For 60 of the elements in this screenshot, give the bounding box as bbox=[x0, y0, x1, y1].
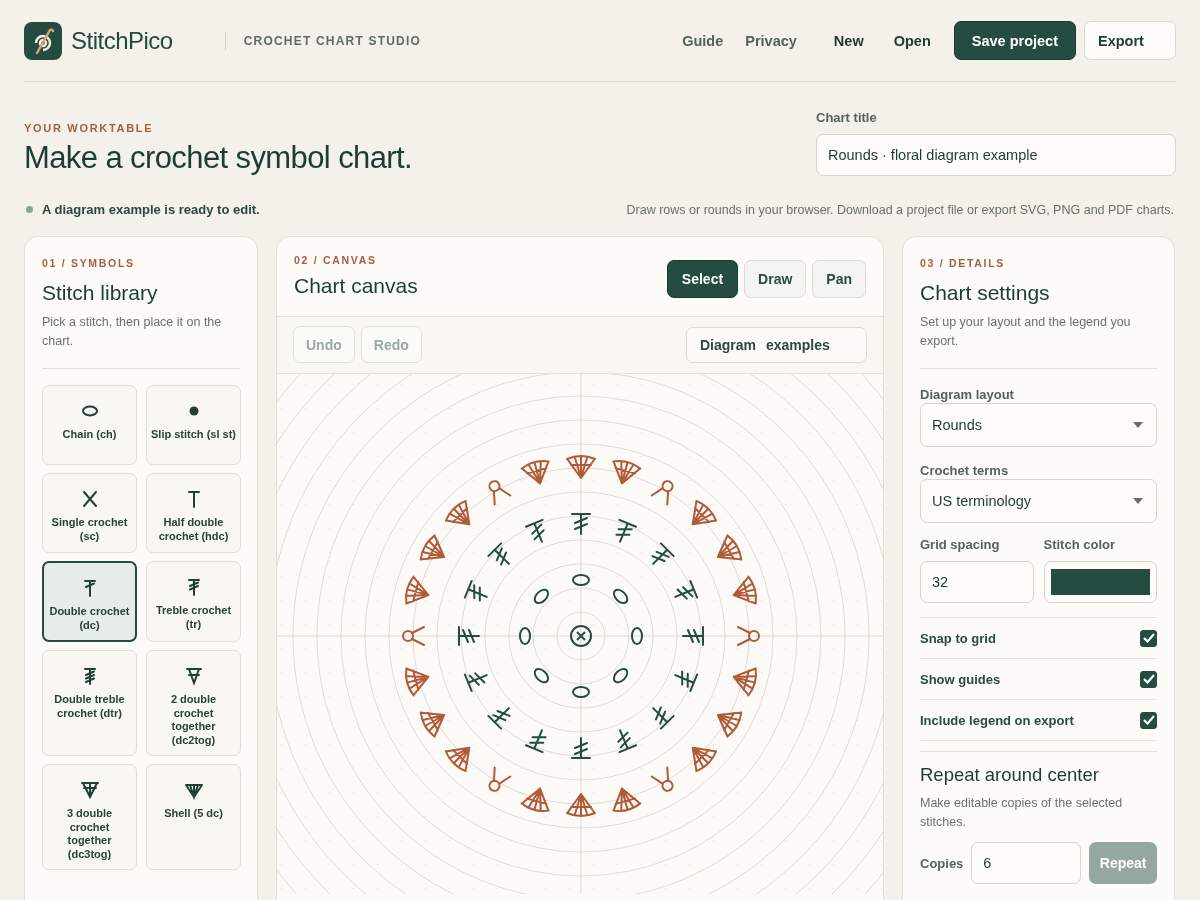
panel-description: Set up your layout and the legend you export. bbox=[920, 314, 1132, 350]
stitch-symbol-icon bbox=[79, 779, 100, 801]
field-label: Diagram layout bbox=[920, 387, 1014, 402]
checkbox[interactable] bbox=[1140, 670, 1157, 688]
page-title: Make a crochet symbol chart. bbox=[24, 140, 413, 176]
nav-link[interactable]: Guide bbox=[682, 32, 724, 49]
stitch-tile[interactable]: 2 double crochet together (dc2tog) bbox=[146, 650, 241, 756]
caret-icon bbox=[1133, 422, 1143, 428]
hook-logo-icon bbox=[24, 21, 62, 60]
status-message: A diagram example is ready to edit. bbox=[42, 202, 260, 217]
stitch-tile[interactable]: 3 double crochet together (dc3tog) bbox=[42, 764, 137, 870]
menu-button[interactable]: Open bbox=[878, 21, 946, 60]
menu-button[interactable]: New bbox=[818, 21, 879, 60]
copies-field[interactable]: 6 bbox=[971, 842, 1082, 884]
stitch-tile[interactable]: Single crochet (sc) bbox=[42, 473, 137, 553]
tool-button[interactable]: Pan bbox=[812, 260, 866, 298]
select-field[interactable]: Rounds bbox=[920, 403, 1157, 447]
save-button[interactable]: Save project bbox=[953, 21, 1076, 60]
stitch-tile[interactable]: Double crochet (dc) bbox=[42, 561, 137, 642]
examples-menu[interactable]: Diagram examples bbox=[686, 326, 867, 363]
info-note: Draw rows or rounds in your browser. Download a project file or export SVG, PNG and PDF charts. bbox=[626, 202, 1175, 217]
section-title: Repeat around center bbox=[920, 764, 1100, 786]
option-label: Snap to grid bbox=[920, 630, 996, 646]
section-label: 01 / SYMBOLS bbox=[42, 257, 136, 269]
stitch-tile[interactable]: Treble crochet (tr) bbox=[146, 561, 241, 642]
field-label: Stitch color bbox=[1043, 537, 1116, 552]
number-field[interactable]: 32 bbox=[920, 561, 1034, 603]
tagline: CROCHET CHART STUDIO bbox=[224, 31, 422, 50]
chart-title-field[interactable]: Rounds · floral diagram example bbox=[816, 134, 1176, 176]
option-label: Include legend on export bbox=[920, 712, 1074, 728]
stitch-tile[interactable]: Shell (5 dc) bbox=[146, 764, 241, 870]
color-picker[interactable] bbox=[1043, 561, 1157, 603]
brand-name: StitchPico bbox=[71, 26, 173, 55]
export-button[interactable]: Export bbox=[1084, 21, 1176, 60]
section-label: 02 / CANVAS bbox=[294, 254, 378, 266]
stitch-tile[interactable]: Half double crochet (hdc) bbox=[146, 473, 241, 553]
stitch-tile[interactable]: Slip stitch (sl st) bbox=[146, 385, 241, 465]
option-label: Show guides bbox=[920, 671, 1001, 687]
field-label: Chart title bbox=[816, 110, 878, 125]
stitch-tile[interactable]: Chain (ch) bbox=[42, 385, 137, 465]
panel-title: Chart canvas bbox=[294, 274, 418, 298]
checkbox[interactable] bbox=[1140, 711, 1157, 729]
stitch-tile[interactable]: Double treble crochet (dtr) bbox=[42, 650, 137, 756]
caret-icon bbox=[1133, 498, 1143, 504]
section-description: Make editable copies of the selected stitches. bbox=[920, 795, 1124, 831]
panel-description: Pick a stitch, then place it on the chart. bbox=[42, 314, 223, 350]
nav-link[interactable]: Privacy bbox=[745, 32, 797, 49]
tool-button[interactable]: Draw bbox=[744, 260, 807, 298]
eyebrow: YOUR WORKTABLE bbox=[24, 122, 155, 134]
panel-title: Stitch library bbox=[42, 281, 159, 305]
panel-title: Chart settings bbox=[920, 281, 1051, 305]
field-label: Grid spacing bbox=[920, 537, 1001, 552]
field-label: Copies bbox=[920, 855, 964, 871]
stitch-symbol-icon bbox=[183, 665, 204, 687]
status-dot bbox=[26, 206, 33, 213]
field-label: Crochet terms bbox=[920, 463, 1009, 478]
section-label: 03 / DETAILS bbox=[920, 257, 1006, 269]
select-field[interactable]: US terminology bbox=[920, 479, 1157, 523]
tool-button[interactable]: Select bbox=[666, 260, 739, 298]
checkbox[interactable] bbox=[1140, 629, 1157, 647]
